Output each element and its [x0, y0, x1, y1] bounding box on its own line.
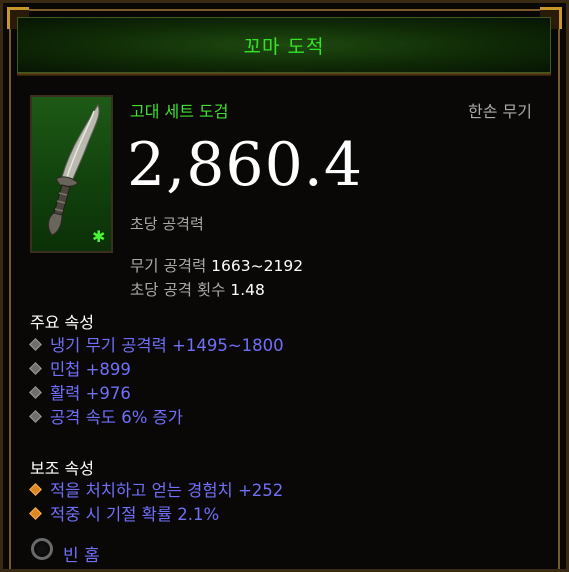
attack-speed-value: 1.48 [230, 281, 265, 299]
dps-label: 초당 공격력 [130, 215, 204, 233]
empty-socket-icon [31, 538, 53, 560]
secondary-attributes-title: 보조 속성 [30, 459, 94, 478]
item-name: 꼬마 도적 [243, 35, 325, 58]
weapon-damage-line: 무기 공격력 1663~2192 [130, 254, 303, 276]
primary-affix: 민첩 +899 [29, 356, 131, 380]
diamond-bullet-icon [29, 482, 42, 496]
secondary-affix: 적중 시 기절 확률 2.1% [29, 501, 220, 525]
secondary-affix: 적을 처치하고 얻는 경험치 +252 [29, 477, 284, 501]
attack-speed-label: 초당 공격 횟수 [130, 281, 226, 299]
affix-text: 냉기 무기 공격력 +1495~1800 [50, 336, 284, 355]
tooltip-header: 꼬마 도적 [17, 17, 551, 73]
primary-attributes-title: 주요 속성 [30, 313, 94, 332]
primary-affix: 활력 +976 [29, 380, 131, 404]
diamond-bullet-icon [29, 409, 42, 423]
weapon-damage-label: 무기 공격력 [130, 257, 207, 275]
affix-text: 민첩 +899 [50, 360, 131, 379]
item-icon-frame: ✱ [30, 95, 113, 253]
dps-value: 2,860.4 [127, 130, 364, 200]
affix-text: 공격 속도 6% 증가 [50, 408, 183, 427]
affix-text: 적을 처치하고 얻는 경험치 +252 [50, 481, 284, 500]
socket-label: 빈 홈 [63, 546, 100, 566]
diamond-bullet-icon [29, 385, 42, 399]
diamond-bullet-icon [29, 337, 42, 351]
attack-speed-line: 초당 공격 횟수 1.48 [130, 278, 265, 300]
weapon-damage-value: 1663~2192 [211, 257, 304, 275]
affix-text: 적중 시 기절 확률 2.1% [50, 505, 220, 524]
item-slot: 한손 무기 [468, 102, 532, 121]
primary-affix: 공격 속도 6% 증가 [29, 404, 183, 428]
diamond-bullet-icon [29, 361, 42, 375]
header-divider [17, 73, 551, 76]
diamond-bullet-icon [29, 506, 42, 520]
primary-affix: 냉기 무기 공격력 +1495~1800 [29, 332, 284, 356]
item-tooltip: 꼬마 도적 ✱ 고대 세트 도검 한손 무기 2,860.4 초당 공격력 무기… [0, 0, 569, 572]
item-type: 고대 세트 도검 [130, 102, 229, 121]
affix-text: 활력 +976 [50, 384, 131, 403]
green-star-icon: ✱ [92, 227, 106, 246]
